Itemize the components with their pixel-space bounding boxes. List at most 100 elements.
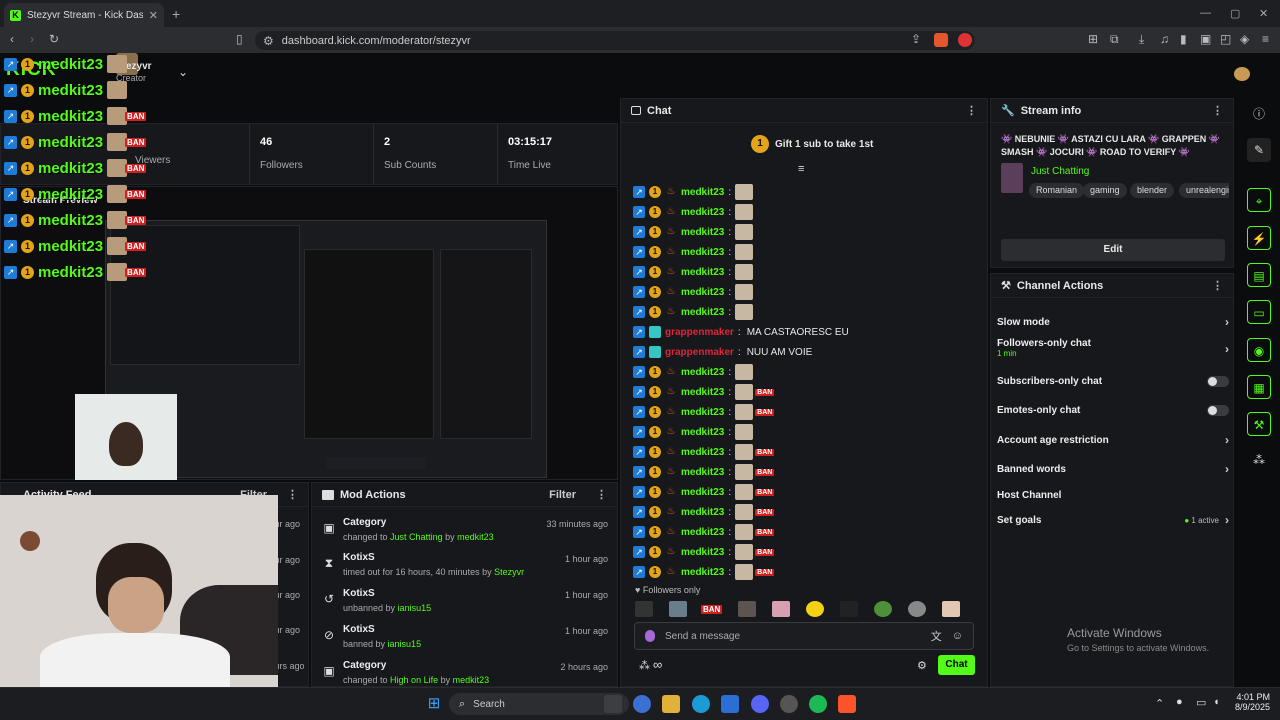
chatter-avatar[interactable] xyxy=(942,601,961,617)
media-icon[interactable]: ♫ xyxy=(1160,32,1169,46)
shield-icon[interactable]: ◈ xyxy=(1240,32,1249,46)
obs-icon[interactable] xyxy=(780,695,798,713)
spotify-icon[interactable] xyxy=(809,695,827,713)
document-icon[interactable]: ▤ xyxy=(1247,263,1271,287)
chevron-down-icon[interactable]: ⌄ xyxy=(178,65,188,79)
chat-username[interactable]: medkit23 xyxy=(681,307,724,318)
screenshot-icon[interactable]: ⧉ xyxy=(1110,32,1119,47)
vpn-icon[interactable]: ◰ xyxy=(1220,32,1231,46)
downloads-icon[interactable]: ⤓ xyxy=(1139,32,1144,47)
discord-icon[interactable] xyxy=(751,695,769,713)
speaker-icon[interactable]: ◖ xyxy=(1213,696,1220,708)
more-icon[interactable]: ⋮ xyxy=(287,488,298,501)
filter-icon[interactable]: ≡ xyxy=(798,163,804,175)
chat-message[interactable]: ↗ grappenmaker: NUU AM VOIE xyxy=(633,343,812,361)
chat-username[interactable]: medkit23 xyxy=(681,487,724,498)
chat-message[interactable]: ↗ 1 ♨ medkit23: BAN xyxy=(633,383,775,401)
ca-followers-only[interactable]: Followers-only chat 1 min › xyxy=(997,338,1229,368)
chat-username[interactable]: grappenmaker xyxy=(665,347,734,358)
chat-message[interactable]: ↗ 1 ♨ medkit23: xyxy=(633,263,754,281)
windows-start-icon[interactable]: ⊞ xyxy=(425,695,443,713)
chat-username[interactable]: medkit23 xyxy=(681,567,724,578)
points-icon[interactable]: ⁂ xyxy=(639,659,650,672)
pencil-icon[interactable]: ✎ xyxy=(1247,138,1271,162)
maximize-icon[interactable]: ▢ xyxy=(1230,7,1240,20)
send-chat-button[interactable]: Chat xyxy=(938,655,975,675)
chat-message[interactable]: ↗ 1 ♨ medkit23: xyxy=(633,203,754,221)
subscribers-only-toggle[interactable] xyxy=(1207,375,1229,387)
browser-tab[interactable]: K Stezyvr Stream - Kick Dashboard ✕ xyxy=(4,3,164,27)
chat-username[interactable]: medkit23 xyxy=(681,527,724,538)
scan-icon[interactable]: ⌖ xyxy=(1247,188,1271,212)
category-link[interactable]: Just Chatting xyxy=(1031,166,1089,177)
chat-message[interactable]: ↗ 1 ♨ medkit23: xyxy=(633,283,754,301)
copilot-icon[interactable] xyxy=(633,695,651,713)
chat-username[interactable]: medkit23 xyxy=(681,387,724,398)
chatter-avatar[interactable] xyxy=(806,601,825,617)
more-tools-icon[interactable]: ⁂ xyxy=(1247,448,1271,472)
mic-icon[interactable] xyxy=(645,630,655,642)
chat-username[interactable]: medkit23 xyxy=(681,407,724,418)
share-icon[interactable]: ⇪ xyxy=(911,32,921,46)
reload-icon[interactable]: ↻ xyxy=(49,32,59,46)
more-icon[interactable]: ⋮ xyxy=(1212,279,1223,292)
ca-subscribers-only[interactable]: Subscribers-only chat xyxy=(997,370,1229,392)
chatter-avatar[interactable] xyxy=(669,601,687,617)
brave-shields-icon[interactable] xyxy=(934,33,948,47)
ca-emotes-only[interactable]: Emotes-only chat xyxy=(997,399,1229,421)
chat-username[interactable]: medkit23 xyxy=(681,367,724,378)
chat-message[interactable]: ↗ 1 ♨ medkit23: BAN xyxy=(633,483,775,501)
chat-message[interactable]: ↗ 1 ♨ medkit23: BAN xyxy=(633,403,775,421)
chat-username[interactable]: medkit23 xyxy=(681,467,724,478)
ca-set-goals[interactable]: Set goals ● 1 active › xyxy=(997,509,1229,531)
chat-message[interactable]: ↗ 1 ♨ medkit23: BAN xyxy=(633,463,775,481)
clock[interactable]: 4:01 PM 8/9/2025 xyxy=(1230,692,1270,712)
more-icon[interactable]: ⋮ xyxy=(966,104,977,117)
chat-message[interactable]: ↗ 1 ♨ medkit23: xyxy=(633,243,754,261)
extensions-icon[interactable]: ⊞ xyxy=(1088,32,1098,46)
profile-avatar[interactable] xyxy=(1234,67,1250,81)
bolt-icon[interactable]: ⚡ xyxy=(1247,226,1271,250)
pinned-gift[interactable]: 1 Gift 1 sub to take 1st xyxy=(751,135,873,153)
back-icon[interactable]: ‹ xyxy=(10,32,14,46)
message-input[interactable]: Send a message 文 ☺ xyxy=(634,622,974,650)
taskview-icon[interactable] xyxy=(604,695,622,713)
mod-filter-button[interactable]: Filter xyxy=(549,489,576,501)
chat-username[interactable]: medkit23 xyxy=(681,507,724,518)
tag[interactable]: unrealengine xyxy=(1179,183,1229,198)
more-icon[interactable]: ⋮ xyxy=(596,488,607,501)
taskbar-search[interactable]: ⌕ Search xyxy=(449,693,629,715)
new-tab-icon[interactable]: + xyxy=(172,6,180,22)
tag[interactable]: Romanian xyxy=(1029,183,1085,198)
ca-account-age[interactable]: Account age restriction › xyxy=(997,429,1229,451)
chat-message[interactable]: ↗ 1 ♨ medkit23: BAN xyxy=(633,443,775,461)
menu-icon[interactable]: ≡ xyxy=(1262,32,1269,46)
chat-message[interactable]: ↗ 1 ♨ medkit23: xyxy=(633,363,754,381)
brave-icon[interactable] xyxy=(838,695,856,713)
chat-message[interactable]: ↗ 1 ♨ medkit23: xyxy=(633,183,754,201)
more-icon[interactable]: ⋮ xyxy=(1212,104,1223,117)
ca-host-channel[interactable]: Host Channel xyxy=(997,484,1229,506)
chat-icon[interactable]: ▭ xyxy=(1247,300,1271,324)
chatter-avatar[interactable] xyxy=(840,601,859,617)
emotes-only-toggle[interactable] xyxy=(1207,404,1229,416)
store-icon[interactable] xyxy=(721,695,739,713)
chevron-up-icon[interactable]: ⌃ xyxy=(1155,697,1164,710)
chat-username[interactable]: medkit23 xyxy=(681,447,724,458)
chat-message[interactable]: ↗ 1 ♨ medkit23: xyxy=(633,423,754,441)
chat-username[interactable]: medkit23 xyxy=(681,267,724,278)
wallet-icon[interactable]: ▣ xyxy=(1200,32,1211,46)
chat-message[interactable]: ↗ grappenmaker: MA CASTAORESC EU xyxy=(633,323,849,341)
file-explorer-icon[interactable] xyxy=(662,695,680,713)
chatter-avatar[interactable] xyxy=(738,601,757,617)
info-icon[interactable]: ⓘ xyxy=(1247,102,1271,126)
chat-message[interactable]: ↗ 1 ♨ medkit23: BAN xyxy=(633,503,775,521)
chat-username[interactable]: medkit23 xyxy=(681,247,724,258)
chat-message[interactable]: ↗ 1 ♨ medkit23: BAN xyxy=(633,563,775,581)
ca-slow-mode[interactable]: Slow mode › xyxy=(997,311,1229,333)
tag[interactable]: gaming xyxy=(1083,183,1127,198)
chat-message[interactable]: ↗ 1 ♨ medkit23: xyxy=(633,223,754,241)
edge-icon[interactable] xyxy=(692,695,710,713)
bookmark-icon[interactable]: ▯ xyxy=(236,32,243,46)
display-icon[interactable]: ▭ xyxy=(1196,696,1206,709)
